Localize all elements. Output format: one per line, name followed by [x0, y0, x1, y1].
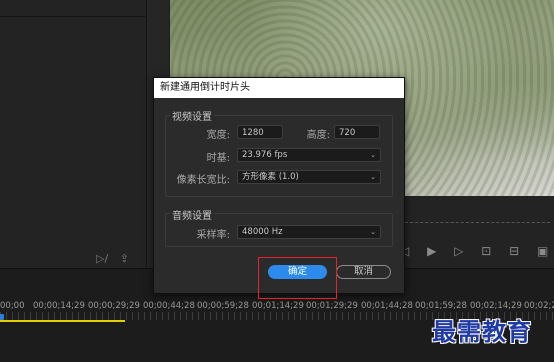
timecode-label: 00;00 — [0, 301, 25, 311]
export-frame-icon[interactable]: ▣ — [537, 244, 548, 258]
chevron-down-icon: ⌄ — [370, 151, 376, 159]
project-panel — [0, 0, 147, 268]
step-forward-icon[interactable]: ▷ — [454, 244, 463, 258]
sample-rate-value: 48000 Hz — [242, 227, 283, 237]
work-area-bar[interactable] — [0, 320, 125, 322]
source-tools: ▷/ ⇪ — [96, 252, 137, 265]
timecode-label: 00;01;59;28 — [415, 301, 467, 311]
timecode-label: 00;00;59;28 — [197, 301, 249, 311]
play-icon[interactable]: ▶ — [427, 244, 436, 258]
program-scrub-bar[interactable] — [405, 222, 550, 223]
timecode-label: 00;02;29 — [524, 301, 554, 311]
timecode-label: 00;01;44;28 — [361, 301, 413, 311]
timecode-label: 00;02;14;29 — [470, 301, 522, 311]
cancel-button[interactable]: 取消 — [336, 265, 391, 279]
chevron-down-icon: ⌄ — [370, 228, 376, 236]
dialog-title: 新建通用倒计时片头 — [154, 78, 404, 98]
width-label: 宽度: — [206, 130, 230, 141]
extract-icon[interactable]: ⊟ — [509, 244, 519, 258]
timecode-label: 00;01;14;29 — [252, 301, 304, 311]
project-panel-header — [0, 0, 146, 17]
chevron-down-icon: ⌄ — [370, 173, 376, 181]
transport-controls: ◁ ▶ ▷ ⊡ ⊟ ▣ — [400, 244, 554, 258]
sample-rate-select[interactable]: 48000 Hz ⌄ — [237, 225, 381, 239]
watermark: 最需教育 — [432, 318, 532, 346]
timebase-value: 23.976 fps — [242, 150, 288, 160]
height-label: 高度: — [306, 130, 330, 141]
source-insert-icon[interactable]: ▷/ — [96, 252, 108, 265]
timecode-label: 00;00;44;28 — [143, 301, 195, 311]
pixel-aspect-label: 像素长宽比: — [176, 175, 230, 186]
timecode-label: 00;00;14;29 — [33, 301, 85, 311]
source-export-icon[interactable]: ⇪ — [120, 252, 129, 265]
width-field[interactable]: 1280 — [237, 125, 283, 139]
lift-icon[interactable]: ⊡ — [481, 244, 491, 258]
highlight-box — [258, 257, 337, 299]
timebase-label: 时基: — [206, 153, 230, 164]
playhead[interactable] — [0, 314, 4, 320]
pixel-aspect-value: 方形像素 (1.0) — [242, 172, 299, 182]
timecode-label: 00;00;29;29 — [88, 301, 140, 311]
timecode-label: 00;01;29;29 — [306, 301, 358, 311]
video-settings-label: 视频设置 — [170, 108, 214, 123]
sample-rate-label: 采样率: — [196, 230, 230, 241]
pixel-aspect-select[interactable]: 方形像素 (1.0) ⌄ — [237, 170, 381, 184]
timebase-select[interactable]: 23.976 fps ⌄ — [237, 148, 381, 162]
height-field[interactable]: 720 — [334, 125, 380, 139]
audio-settings-label: 音频设置 — [170, 207, 214, 222]
